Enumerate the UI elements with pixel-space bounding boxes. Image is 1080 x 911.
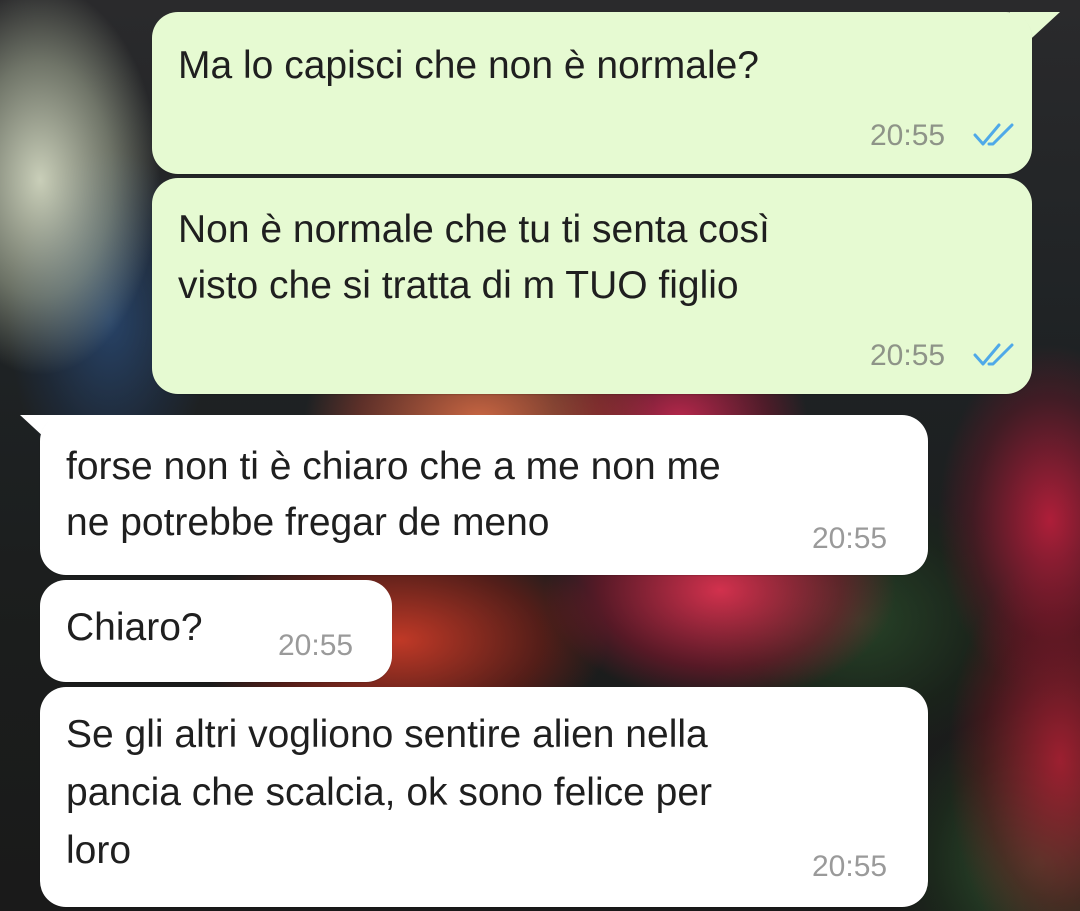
message-timestamp: 20:55: [812, 522, 888, 555]
message-timestamp: 20:55: [870, 119, 946, 152]
message-text-line: visto che si tratta di m TUO figlio: [178, 264, 739, 307]
double-check-read-icon: [973, 343, 1014, 366]
message-text-line: forse non ti è chiaro che a me non me: [66, 445, 721, 488]
message-bubble-incoming[interactable]: forse non ti è chiaro che a me non me ne…: [40, 415, 928, 575]
message-bubble-incoming[interactable]: Chiaro? 20:55: [40, 580, 392, 682]
message-text-line: loro: [66, 829, 132, 872]
message-bubble-outgoing[interactable]: Ma lo capisci che non è normale? 20:55: [152, 12, 1032, 174]
message-timestamp: 20:55: [812, 850, 888, 883]
message-timestamp: 20:55: [870, 339, 946, 372]
message-text-line: Non è normale che tu ti senta così: [178, 208, 770, 251]
double-check-read-icon: [973, 123, 1014, 146]
message-bubble-incoming[interactable]: Se gli altri vogliono sentire alien nell…: [40, 687, 928, 907]
message-text-line: pancia che scalcia, ok sono felice per: [66, 771, 713, 814]
message-text-line: Se gli altri vogliono sentire alien nell…: [66, 713, 708, 756]
message-timestamp: 20:55: [278, 629, 354, 662]
message-text: Ma lo capisci che non è normale?: [178, 44, 759, 87]
message-text: Chiaro?: [66, 606, 203, 649]
message-text-line: ne potrebbe fregar de meno: [66, 501, 550, 544]
message-bubble-outgoing[interactable]: Non è normale che tu ti senta così visto…: [152, 178, 1032, 394]
chat-screen: { "messages": [ {"direction": "outgoing"…: [0, 0, 1080, 911]
